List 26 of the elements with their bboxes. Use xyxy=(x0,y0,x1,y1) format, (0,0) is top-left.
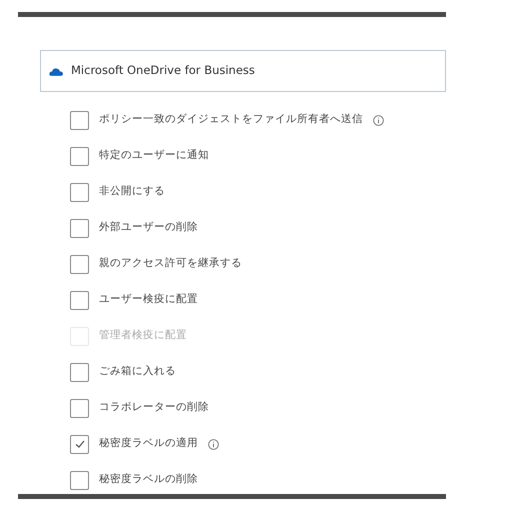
action-label: ポリシー一致のダイジェストをファイル所有者へ送信 xyxy=(99,112,363,128)
action-label: コラボレーターの削除 xyxy=(99,400,209,416)
action-label: 秘密度ラベルの適用 xyxy=(99,436,198,452)
checkbox[interactable] xyxy=(70,182,89,202)
action-label: 秘密度ラベルの削除 xyxy=(99,472,198,488)
checkbox[interactable] xyxy=(70,146,89,166)
action-label: 特定のユーザーに通知 xyxy=(99,148,209,164)
action-label: 親のアクセス許可を継承する xyxy=(99,256,242,272)
check-icon xyxy=(74,438,86,450)
action-label: 非公開にする xyxy=(99,184,165,200)
checkbox[interactable] xyxy=(70,362,89,382)
checkbox[interactable] xyxy=(70,218,89,238)
checkbox[interactable] xyxy=(70,434,89,454)
action-label: 外部ユーザーの削除 xyxy=(99,220,198,236)
info-icon[interactable] xyxy=(373,114,384,126)
checkbox[interactable] xyxy=(70,110,89,130)
checkbox[interactable] xyxy=(70,290,89,310)
action-label: ユーザー検疫に配置 xyxy=(99,292,198,308)
action-label: ごみ箱に入れる xyxy=(99,364,176,380)
checkbox[interactable] xyxy=(70,254,89,274)
service-dropdown[interactable]: Microsoft OneDrive for Business xyxy=(40,50,446,92)
cloud-icon xyxy=(49,66,63,76)
info-icon[interactable] xyxy=(208,438,219,450)
checkbox[interactable] xyxy=(70,470,89,490)
checkbox[interactable] xyxy=(70,398,89,418)
action-label: 管理者検疫に配置 xyxy=(99,328,187,344)
